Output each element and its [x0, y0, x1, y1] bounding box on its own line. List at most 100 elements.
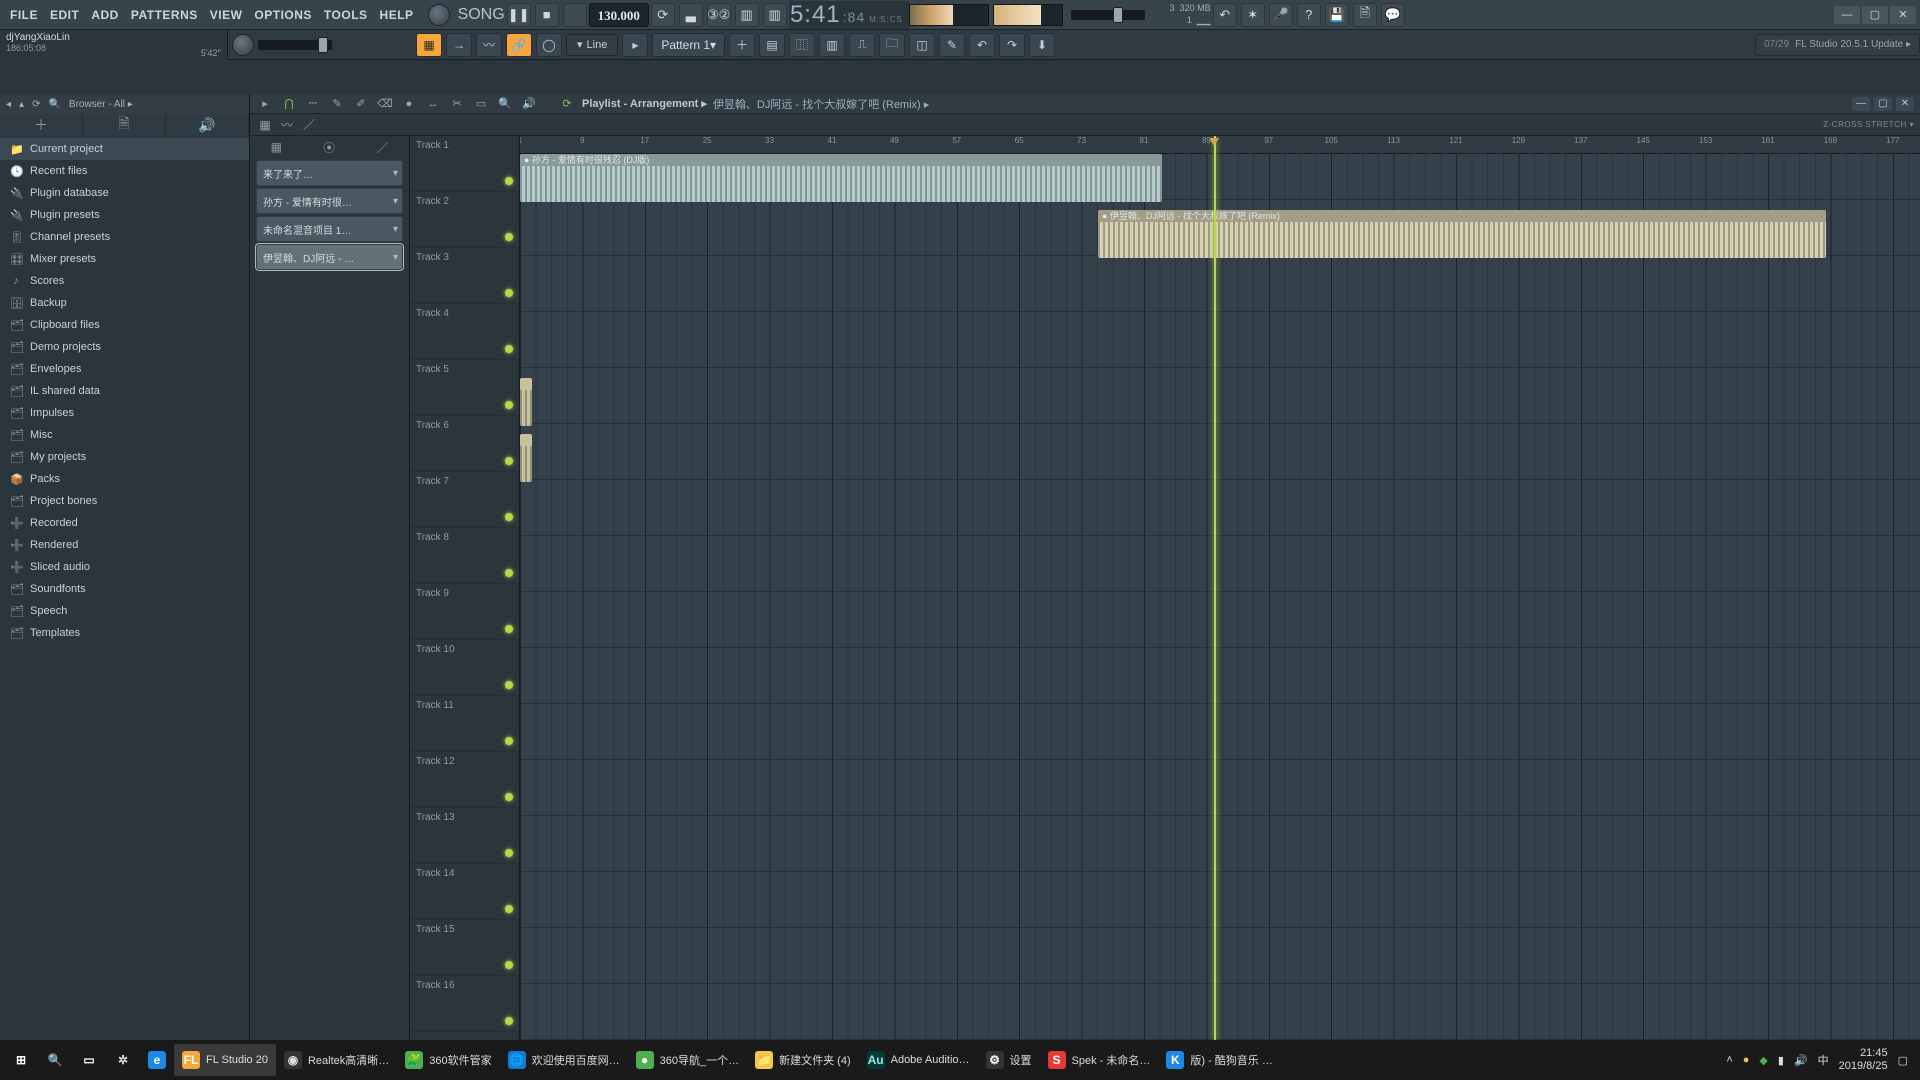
pl-slip-icon[interactable]: ↔ — [424, 96, 442, 112]
track-mute-led[interactable] — [505, 457, 513, 465]
tray-ime[interactable]: 中 — [1818, 1052, 1829, 1068]
browser-item[interactable]: 🗂IL shared data — [0, 380, 249, 402]
audio-clip[interactable] — [520, 434, 532, 482]
track-header[interactable]: Track 13 — [410, 808, 519, 864]
browser-item[interactable]: 🗂Soundfonts — [0, 578, 249, 600]
maximize-button[interactable]: ▢ — [1862, 6, 1888, 24]
view-pianoroll-button[interactable]: → — [446, 33, 472, 57]
pattern-selector[interactable]: Pattern 1 ▾ — [652, 33, 725, 57]
browser-item[interactable]: 🗄Backup — [0, 292, 249, 314]
tool-4[interactable]: ⬇ — [1029, 33, 1055, 57]
snap-selector[interactable]: ▾ Line — [566, 34, 618, 56]
settings-button[interactable]: ✶ — [1241, 3, 1265, 27]
track-header[interactable]: Track 6 — [410, 416, 519, 472]
view-pr-button[interactable]: ▥ — [819, 33, 845, 57]
feedback-button[interactable]: 💬 — [1381, 3, 1405, 27]
pl-playback-icon[interactable]: 🔊 — [520, 96, 538, 112]
pick-mode-grid-icon[interactable]: ▦ — [256, 116, 274, 134]
version-notice[interactable]: 07/29 FL Studio 20.5.1 Update ▸ — [1755, 34, 1920, 56]
track-header[interactable]: Track 1 — [410, 136, 519, 192]
track-mute-led[interactable] — [505, 905, 513, 913]
track-mute-led[interactable] — [505, 849, 513, 857]
track-mute-led[interactable] — [505, 233, 513, 241]
tempo-display[interactable]: 130.000 — [589, 3, 649, 27]
close-button[interactable]: ✕ — [1890, 6, 1916, 24]
audio-clip[interactable]: ● 孙方 - 爱情有时很残忍 (DJ版) — [520, 154, 1162, 202]
picker-tab-auto-icon[interactable]: ／ — [376, 139, 388, 156]
pause-button[interactable]: ❚❚ — [507, 3, 531, 27]
taskbar-item[interactable]: ▭ — [72, 1044, 106, 1076]
browser-item[interactable]: 🗂Demo projects — [0, 336, 249, 358]
audio-clip[interactable]: ● 伊昱翰、DJ阿远 - 找个大叔嫁了吧 (Remix) — [1098, 210, 1826, 258]
track-mute-led[interactable] — [505, 1017, 513, 1025]
track-header[interactable]: Track 3 — [410, 248, 519, 304]
undo-button[interactable]: ↶ — [1213, 3, 1237, 27]
browser-item[interactable]: 🎛Mixer presets — [0, 248, 249, 270]
pl-select-icon[interactable]: ▭ — [472, 96, 490, 112]
save-button[interactable]: 💾 — [1325, 3, 1349, 27]
pattern-chip[interactable]: 伊昱翰、DJ阿远 - …▾ — [256, 244, 403, 270]
browser-tab-audio[interactable]: 🔊 — [166, 114, 249, 136]
menu-view[interactable]: VIEW — [204, 8, 249, 22]
menu-tools[interactable]: TOOLS — [318, 8, 374, 22]
browser-up-icon[interactable]: ▴ — [19, 99, 24, 110]
track-mute-led[interactable] — [505, 625, 513, 633]
browser-item[interactable]: 🗂Misc — [0, 424, 249, 446]
track-header[interactable]: Track 14 — [410, 864, 519, 920]
tray-notifications-icon[interactable]: ▢ — [1898, 1054, 1908, 1067]
pl-headphones-icon[interactable]: ⋂ — [280, 96, 298, 112]
tray-chevron-icon[interactable]: ˄ — [1726, 1054, 1732, 1066]
browser-item[interactable]: 🗂Project bones — [0, 490, 249, 512]
countdown-button[interactable]: ③② — [707, 3, 731, 27]
browser-back-icon[interactable]: ◂ — [6, 99, 11, 110]
master-volume-slider[interactable] — [1071, 10, 1145, 20]
browser-item[interactable]: 🗂Envelopes — [0, 358, 249, 380]
pick-mode-wave-icon[interactable]: 〰 — [278, 116, 296, 134]
browser-item[interactable]: 🔌Plugin database — [0, 182, 249, 204]
audio-clip[interactable] — [520, 378, 532, 426]
browser-item[interactable]: ♪Scores — [0, 270, 249, 292]
taskbar-item[interactable]: ✲ — [106, 1044, 140, 1076]
pl-erase-icon[interactable]: ⌫ — [376, 96, 394, 112]
browser-item[interactable]: ➕Sliced audio — [0, 556, 249, 578]
pattern-chip[interactable]: 孙方 - 爱情有时很…▾ — [256, 188, 403, 214]
playlist-grid[interactable]: 1917253341495765738189971051131211291371… — [520, 136, 1920, 1040]
taskbar-item[interactable]: ⊞ — [4, 1044, 38, 1076]
taskbar-item[interactable]: AuAdobe Auditio… — [859, 1044, 978, 1076]
picker-tab-patterns-icon[interactable]: ▦ — [271, 140, 282, 154]
browser-item[interactable]: 📦Packs — [0, 468, 249, 490]
track-header[interactable]: Track 12 — [410, 752, 519, 808]
pl-paint-icon[interactable]: ✎ — [328, 96, 346, 112]
pl-play-icon[interactable]: ▸ — [256, 96, 274, 112]
main-volume-knob[interactable] — [428, 4, 450, 26]
menu-add[interactable]: ADD — [85, 8, 125, 22]
track-mute-led[interactable] — [505, 569, 513, 577]
chevron-down-icon[interactable]: ▾ — [393, 196, 398, 207]
overdub-button[interactable]: ▥ — [735, 3, 759, 27]
pl-close-button[interactable]: ✕ — [1896, 97, 1914, 111]
browser-item[interactable]: 🔌Plugin presets — [0, 204, 249, 226]
song-pat-toggle[interactable]: SONG — [458, 6, 505, 24]
track-header[interactable]: Track 11 — [410, 696, 519, 752]
taskbar-item[interactable]: ●360导航_一个… — [628, 1044, 747, 1076]
track-header[interactable]: Track 5 — [410, 360, 519, 416]
taskbar-item[interactable]: ◉Realtek高清晰… — [276, 1044, 397, 1076]
browser-item[interactable]: 🗂My projects — [0, 446, 249, 468]
view-link-button[interactable]: 🔗 — [506, 33, 532, 57]
chevron-down-icon[interactable]: ▾ — [393, 224, 398, 235]
time-display[interactable]: 5:41 :84 M:S:CS — [789, 1, 909, 29]
taskbar-item[interactable]: e — [140, 1044, 174, 1076]
browser-item[interactable]: 🕓Recent files — [0, 160, 249, 182]
browser-item[interactable]: 🎚Channel presets — [0, 226, 249, 248]
menu-file[interactable]: FILE — [4, 8, 44, 22]
pl-zoom-icon[interactable]: 🔍 — [496, 96, 514, 112]
channel-volume-slider[interactable] — [258, 40, 332, 50]
pl-max-button[interactable]: ▢ — [1874, 97, 1892, 111]
track-header[interactable]: Track 15 — [410, 920, 519, 976]
view-playlist-button[interactable]: ▦ — [416, 33, 442, 57]
browser-search-icon[interactable]: 🔍 — [48, 99, 60, 110]
view-browser-button[interactable]: 🗀 — [879, 33, 905, 57]
plugin-picker-button[interactable]: ◫ — [909, 33, 935, 57]
pl-min-button[interactable]: — — [1852, 97, 1870, 111]
browser-refresh-icon[interactable]: ⟳ — [32, 99, 40, 110]
